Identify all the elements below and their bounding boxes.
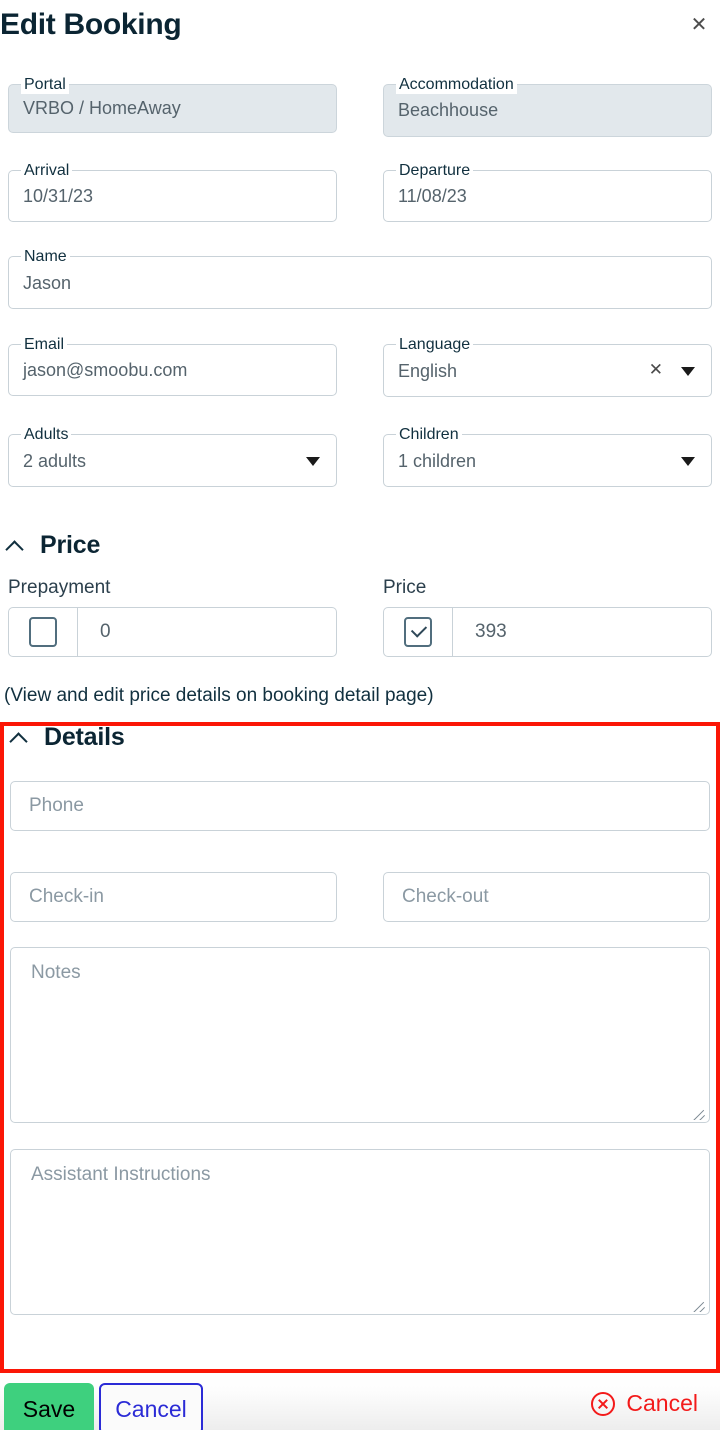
col-price: Price 393 bbox=[383, 577, 712, 657]
price-group: 393 bbox=[383, 607, 712, 657]
row-price-fields: Prepayment 0 Price 393 bbox=[8, 577, 712, 657]
col-children: Children 1 children bbox=[383, 426, 712, 487]
col-arrival: Arrival 10/31/23 bbox=[8, 162, 337, 222]
x-circle-icon bbox=[591, 1391, 616, 1416]
edit-booking-modal: Edit Booking ✕ Portal VRBO / HomeAway Ac… bbox=[0, 0, 720, 1430]
cancel-booking-button[interactable]: Cancel bbox=[591, 1390, 698, 1417]
checkbox-checked-icon bbox=[404, 617, 432, 647]
chevron-up-icon[interactable] bbox=[6, 540, 24, 552]
price-section-title: Price bbox=[40, 531, 101, 559]
price-label: Price bbox=[383, 577, 427, 598]
check-in-field[interactable]: Check-in bbox=[10, 872, 337, 922]
cancel-booking-label: Cancel bbox=[626, 1390, 698, 1416]
accommodation-value: Beachhouse bbox=[398, 100, 499, 120]
checkbox-unchecked-icon bbox=[29, 617, 57, 647]
col-prepayment: Prepayment 0 bbox=[8, 577, 337, 657]
chevron-up-icon[interactable] bbox=[10, 732, 28, 744]
details-section-header[interactable]: Details bbox=[10, 723, 712, 752]
prepayment-amount-input[interactable]: 0 bbox=[78, 607, 337, 657]
row-email-language: Email jason@smoobu.com Language English … bbox=[8, 336, 712, 397]
portal-label: Portal bbox=[21, 76, 69, 94]
assistant-instructions-textarea[interactable]: Assistant Instructions bbox=[10, 1149, 710, 1315]
accommodation-field: Accommodation Beachhouse bbox=[383, 76, 712, 137]
language-label: Language bbox=[396, 336, 474, 354]
language-field[interactable]: Language English ✕ bbox=[383, 336, 712, 397]
email-field[interactable]: Email jason@smoobu.com bbox=[8, 336, 337, 396]
phone-field[interactable]: Phone bbox=[10, 781, 710, 831]
page-title: Edit Booking bbox=[0, 8, 182, 41]
col-language: Language English ✕ bbox=[383, 336, 712, 397]
resize-handle-icon[interactable] bbox=[690, 1296, 706, 1312]
cancel-button[interactable]: Cancel bbox=[99, 1383, 203, 1430]
chevron-down-icon[interactable] bbox=[306, 457, 320, 466]
chevron-down-icon[interactable] bbox=[681, 367, 695, 376]
arrival-label: Arrival bbox=[21, 162, 73, 180]
modal-body: Portal VRBO / HomeAway Accommodation Bea… bbox=[0, 76, 720, 1315]
children-label: Children bbox=[396, 426, 462, 444]
email-value: jason@smoobu.com bbox=[23, 360, 188, 380]
check-in-placeholder: Check-in bbox=[29, 886, 104, 907]
adults-label: Adults bbox=[21, 426, 72, 444]
modal-footer: Save Cancel Cancel bbox=[0, 1374, 720, 1430]
row-portal-accommodation: Portal VRBO / HomeAway Accommodation Bea… bbox=[8, 76, 712, 137]
departure-field[interactable]: Departure 11/08/23 bbox=[383, 162, 712, 222]
departure-label: Departure bbox=[396, 162, 474, 180]
row-name: Name Jason bbox=[8, 248, 712, 309]
adults-value: 2 adults bbox=[23, 451, 87, 471]
portal-field: Portal VRBO / HomeAway bbox=[8, 76, 337, 133]
col-checkout: Check-out bbox=[383, 872, 710, 922]
children-field[interactable]: Children 1 children bbox=[383, 426, 712, 487]
modal-header: Edit Booking ✕ bbox=[0, 0, 720, 58]
prepayment-checkbox[interactable] bbox=[8, 607, 78, 657]
row-phone: Phone bbox=[8, 781, 712, 831]
adults-field[interactable]: Adults 2 adults bbox=[8, 426, 337, 487]
language-value: English bbox=[398, 361, 458, 381]
close-icon[interactable]: ✕ bbox=[684, 9, 714, 39]
accommodation-label: Accommodation bbox=[396, 76, 517, 94]
price-section-header[interactable]: Price bbox=[6, 531, 712, 560]
arrival-value: 10/31/23 bbox=[23, 186, 94, 206]
price-amount-input[interactable]: 393 bbox=[453, 607, 712, 657]
departure-value: 11/08/23 bbox=[398, 186, 467, 206]
portal-value: VRBO / HomeAway bbox=[23, 98, 181, 118]
notes-placeholder: Notes bbox=[31, 962, 81, 983]
price-note: (View and edit price details on booking … bbox=[4, 685, 434, 706]
col-email: Email jason@smoobu.com bbox=[8, 336, 337, 397]
row-adults-children: Adults 2 adults Children 1 children bbox=[8, 426, 712, 487]
chevron-down-icon[interactable] bbox=[681, 457, 695, 466]
prepayment-label: Prepayment bbox=[8, 577, 111, 598]
email-label: Email bbox=[21, 336, 68, 354]
assistant-instructions-placeholder: Assistant Instructions bbox=[31, 1164, 211, 1185]
name-value: Jason bbox=[23, 273, 72, 293]
clear-x-icon[interactable]: ✕ bbox=[649, 361, 663, 378]
arrival-field[interactable]: Arrival 10/31/23 bbox=[8, 162, 337, 222]
save-button[interactable]: Save bbox=[4, 1383, 94, 1430]
row-checkin-checkout: Check-in Check-out bbox=[8, 872, 712, 922]
details-section-title: Details bbox=[44, 723, 125, 751]
notes-textarea[interactable]: Notes bbox=[10, 947, 710, 1123]
row-arrival-departure: Arrival 10/31/23 Departure 11/08/23 bbox=[8, 162, 712, 222]
children-value: 1 children bbox=[398, 451, 477, 471]
name-field[interactable]: Name Jason bbox=[8, 248, 712, 309]
col-departure: Departure 11/08/23 bbox=[383, 162, 712, 222]
check-out-field[interactable]: Check-out bbox=[383, 872, 710, 922]
col-checkin: Check-in bbox=[10, 872, 337, 922]
check-out-placeholder: Check-out bbox=[402, 886, 489, 907]
resize-handle-icon[interactable] bbox=[690, 1104, 706, 1120]
col-accommodation: Accommodation Beachhouse bbox=[383, 76, 712, 137]
row-notes: Notes bbox=[8, 947, 712, 1123]
row-assistant-instructions: Assistant Instructions bbox=[8, 1149, 712, 1315]
prepayment-group: 0 bbox=[8, 607, 337, 657]
col-adults: Adults 2 adults bbox=[8, 426, 337, 487]
phone-placeholder: Phone bbox=[29, 795, 84, 816]
name-label: Name bbox=[21, 248, 70, 266]
price-checkbox[interactable] bbox=[383, 607, 453, 657]
col-portal: Portal VRBO / HomeAway bbox=[8, 76, 337, 133]
